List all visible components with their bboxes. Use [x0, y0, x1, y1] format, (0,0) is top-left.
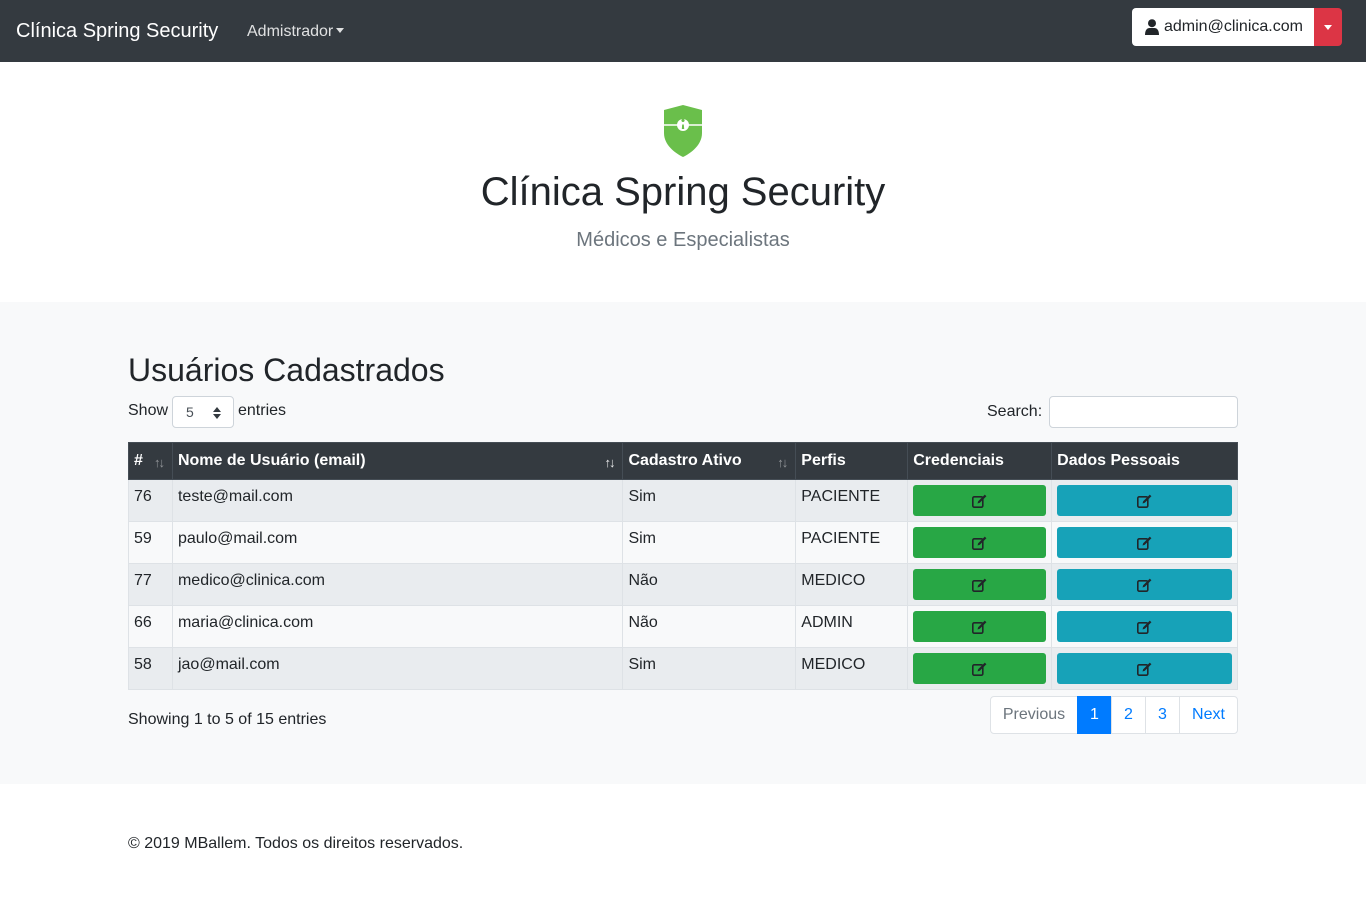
edit-credentials-button[interactable]	[913, 611, 1047, 642]
edit-icon	[1137, 620, 1152, 634]
entries-label: entries	[238, 402, 287, 419]
pagination: Previous 1 2 3 Next	[990, 696, 1238, 734]
hero-title: Clínica Spring Security	[480, 170, 886, 214]
admin-menu-label: Admistrador	[247, 23, 334, 40]
edit-icon	[1137, 578, 1152, 592]
show-label: Show	[128, 402, 169, 419]
cell-id: 59	[128, 521, 173, 564]
edit-icon	[972, 536, 987, 550]
edit-credentials-button[interactable]	[913, 485, 1047, 516]
cell-credenciais	[907, 647, 1053, 690]
edit-icon	[972, 620, 987, 634]
edit-credentials-button[interactable]	[913, 569, 1047, 600]
column-header-email[interactable]: Nome de Usuário (email) ↑↓	[171, 442, 624, 480]
edit-icon	[972, 578, 987, 592]
pagination-page-1[interactable]: 1	[1077, 696, 1112, 734]
cell-id: 77	[128, 563, 173, 606]
cell-credenciais	[907, 605, 1053, 648]
cell-credenciais	[907, 563, 1053, 606]
user-icon	[1145, 19, 1159, 35]
user-button[interactable]: admin@clinica.com	[1132, 8, 1314, 46]
table-row: 59 paulo@mail.com Sim PACIENTE	[128, 521, 1238, 564]
edit-icon	[1137, 662, 1152, 676]
shield-icon	[664, 105, 702, 157]
pagination-page-3[interactable]: 3	[1145, 696, 1180, 734]
cell-perfil: MEDICO	[795, 647, 909, 690]
pagination-previous[interactable]: Previous	[990, 696, 1078, 734]
edit-credentials-button[interactable]	[913, 653, 1047, 684]
column-header-dados: Dados Pessoais	[1051, 442, 1238, 480]
table-header-row: # ↑↓ Nome de Usuário (email) ↑↓ Cadastro A…	[128, 442, 1238, 480]
column-header-credenciais: Credenciais	[907, 442, 1053, 480]
table-row: 77 medico@clinica.com Não MEDICO	[128, 563, 1238, 606]
cell-email: medico@clinica.com	[171, 563, 624, 606]
user-menu: admin@clinica.com	[1132, 8, 1342, 46]
search-input[interactable]	[1049, 396, 1238, 428]
edit-credentials-button[interactable]	[913, 527, 1047, 558]
edit-personal-data-button[interactable]	[1057, 485, 1232, 516]
pagination-next[interactable]: Next	[1179, 696, 1238, 734]
edit-icon	[1137, 494, 1152, 508]
cell-email: jao@mail.com	[171, 647, 624, 690]
table-row: 76 teste@mail.com Sim PACIENTE	[128, 479, 1238, 522]
cell-dados	[1051, 521, 1238, 564]
caret-down-icon	[1324, 24, 1332, 30]
cell-email: maria@clinica.com	[171, 605, 624, 648]
column-header-ativo[interactable]: Cadastro Ativo ↑↓	[622, 442, 797, 480]
cell-credenciais	[907, 479, 1053, 522]
cell-ativo: Sim	[622, 479, 797, 522]
caret-down-icon	[336, 28, 345, 33]
search-label: Search:	[987, 403, 1043, 420]
edit-icon	[972, 662, 987, 676]
column-header-id[interactable]: # ↑↓	[128, 442, 173, 480]
cell-email: paulo@mail.com	[171, 521, 624, 564]
main-section: Usuários Cadastrados Show 5 entries Sear…	[0, 302, 1366, 784]
cell-ativo: Não	[622, 563, 797, 606]
hero: Clínica Spring Security Médicos e Especi…	[0, 62, 1366, 302]
cell-id: 58	[128, 647, 173, 690]
sort-desc-icon: ↑↓	[604, 455, 615, 470]
cell-ativo: Não	[622, 605, 797, 648]
cell-dados	[1051, 479, 1238, 522]
admin-menu-dropdown[interactable]: Admistrador	[247, 22, 345, 42]
edit-personal-data-button[interactable]	[1057, 653, 1232, 684]
cell-ativo: Sim	[622, 647, 797, 690]
table-body: 76 teste@mail.com Sim PACIENTE 59 paulo@mail.…	[128, 479, 1238, 690]
cell-dados	[1051, 563, 1238, 606]
cell-perfil: PACIENTE	[795, 521, 909, 564]
edit-personal-data-button[interactable]	[1057, 527, 1232, 558]
pagination-page-2[interactable]: 2	[1111, 696, 1146, 734]
cell-credenciais	[907, 521, 1053, 564]
user-dropdown-toggle[interactable]	[1314, 8, 1342, 46]
navbar-brand[interactable]: Clínica Spring Security	[16, 19, 218, 43]
page-length-value: 5	[186, 404, 194, 420]
table-row: 66 maria@clinica.com Não ADMIN	[128, 605, 1238, 648]
sort-icon: ↑↓	[777, 455, 788, 470]
cell-perfil: ADMIN	[795, 605, 909, 648]
footer-copyright: © 2019 MBallem. Todos os direitos reserv…	[128, 835, 464, 852]
cell-dados	[1051, 605, 1238, 648]
column-header-perfis: Perfis	[795, 442, 909, 480]
page-length-select[interactable]: 5	[172, 396, 234, 428]
cell-ativo: Sim	[622, 521, 797, 564]
cell-id: 66	[128, 605, 173, 648]
select-arrows-icon	[213, 407, 221, 419]
cell-id: 76	[128, 479, 173, 522]
cell-perfil: MEDICO	[795, 563, 909, 606]
edit-personal-data-button[interactable]	[1057, 569, 1232, 600]
cell-perfil: PACIENTE	[795, 479, 909, 522]
section-title: Usuários Cadastrados	[128, 352, 445, 388]
edit-personal-data-button[interactable]	[1057, 611, 1232, 642]
table-info: Showing 1 to 5 of 15 entries	[128, 711, 327, 728]
table-row: 58 jao@mail.com Sim MEDICO	[128, 647, 1238, 690]
edit-icon	[972, 494, 987, 508]
hero-subtitle: Médicos e Especialistas	[576, 229, 790, 251]
users-table: # ↑↓ Nome de Usuário (email) ↑↓ Cadastro A…	[128, 442, 1238, 690]
cell-dados	[1051, 647, 1238, 690]
sort-icon: ↑↓	[153, 455, 165, 470]
user-email: admin@clinica.com	[1164, 18, 1303, 35]
edit-icon	[1137, 536, 1152, 550]
navbar: Clínica Spring Security Admistrador admi…	[0, 0, 1366, 62]
cell-email: teste@mail.com	[171, 479, 624, 522]
